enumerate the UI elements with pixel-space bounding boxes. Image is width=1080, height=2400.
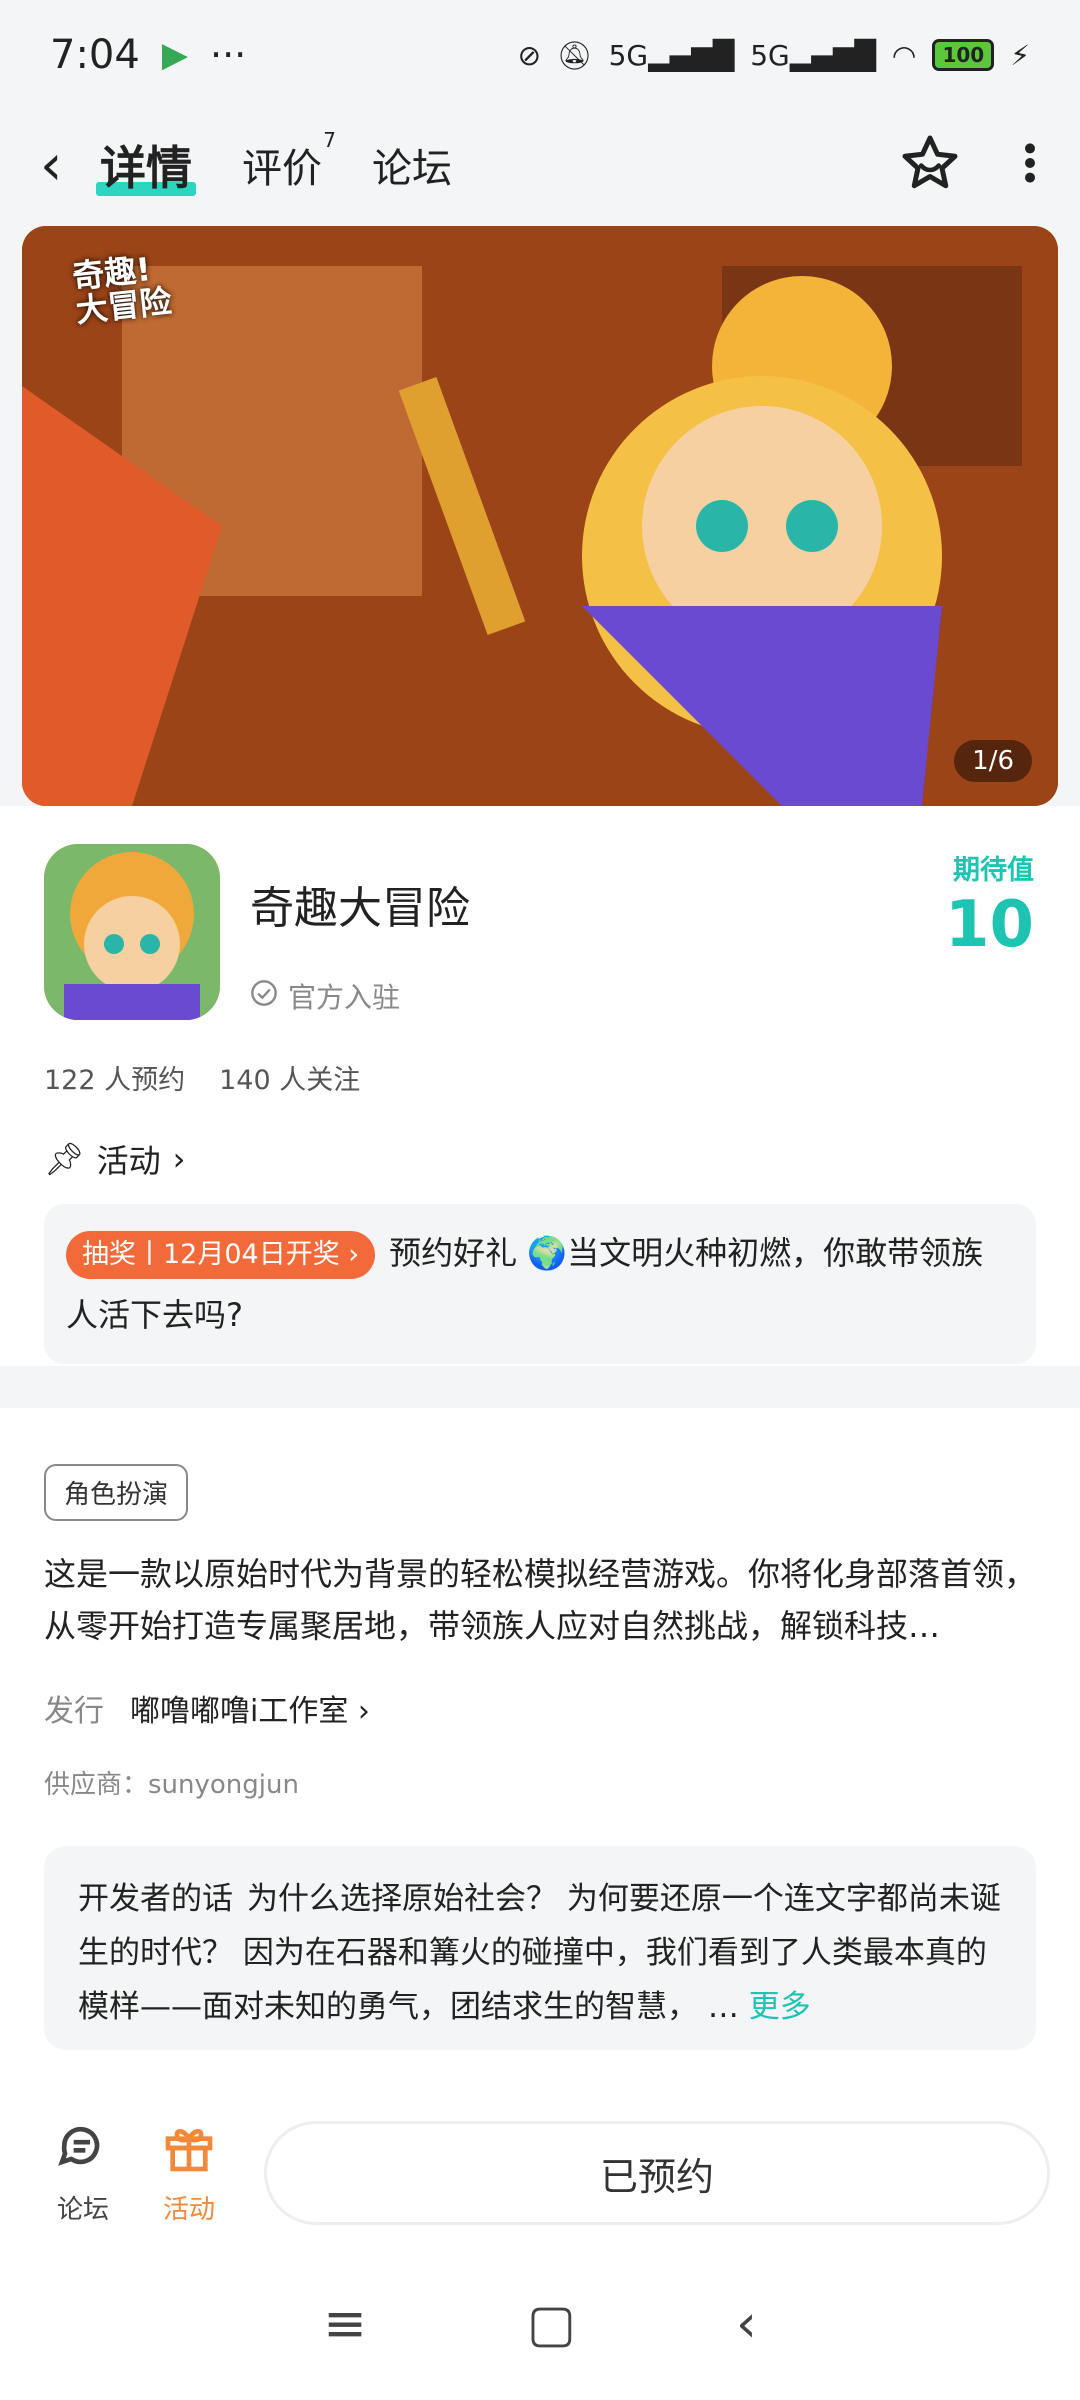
game-description[interactable]: 这是一款以原始时代为背景的轻松模拟经营游戏。你将化身部落首领，从零开始打造专属聚… <box>44 1548 1036 1652</box>
publisher-name: 嘟噜嘟噜i工作室 › <box>130 1694 370 1729</box>
activity-link[interactable]: 📌︎ 活动 › <box>44 1136 185 1182</box>
status-bar: 7:04 ▶ ··· ⊘ 🔕︎ 5G▂▄▆█ 5G▂▄▆█ ◠ 100 ⚡︎ <box>0 0 1080 110</box>
mute-bell-icon: 🔕︎ <box>557 38 593 72</box>
menu-icon[interactable]: ≡ <box>323 2294 367 2354</box>
publisher-row[interactable]: 发行 嘟噜嘟噜i工作室 › <box>44 1686 370 1730</box>
banner-page-counter: 1/6 <box>954 740 1032 782</box>
description-card: 角色扮演 这是一款以原始时代为背景的轻松模拟经营游戏。你将化身部落首领，从零开始… <box>0 1408 1080 2098</box>
play-store-icon: ▶ <box>161 35 188 75</box>
supplier-info: 供应商：sunyongjun <box>44 1770 299 1800</box>
more-link[interactable]: 更多 <box>749 1989 811 2025</box>
check-circle-icon <box>250 979 278 1014</box>
developer-note-title: 开发者的话 <box>78 1881 233 1917</box>
app-info-card: 奇趣大冒险 官方入驻 期待值 10 122 人预约 140 人关注 📌︎ 活动 … <box>0 806 1080 1366</box>
bottom-action-bar: 论坛 活动 已预约 <box>0 2098 1080 2248</box>
reservation-count: 122 人预约 <box>44 1065 186 1096</box>
expect-label: 期待值 <box>953 855 1034 886</box>
activity-label: 活动 <box>162 2195 215 2225</box>
genre-tag[interactable]: 角色扮演 <box>44 1464 189 1521</box>
back-icon[interactable]: ‹ <box>40 133 100 198</box>
tab-details[interactable]: 详情 <box>96 132 196 198</box>
developer-note[interactable]: 开发者的话 为什么选择原始社会？ 为何要还原一个连文字都尚未诞生的时代？ 因为在石… <box>44 1846 1036 2050</box>
gift-icon <box>136 2120 242 2189</box>
activity-button[interactable]: 活动 <box>136 2120 242 2226</box>
charging-icon: ⚡︎ <box>1010 38 1030 72</box>
system-nav-bar: ≡ ▢ ‹ <box>0 2248 1080 2400</box>
tab-forum[interactable]: 论坛 <box>372 136 452 194</box>
more-dots-icon: ··· <box>209 33 247 77</box>
review-count-badge: 7 <box>323 128 336 152</box>
pin-icon: 📌︎ <box>44 1140 85 1178</box>
forum-button[interactable]: 论坛 <box>30 2120 136 2226</box>
signal-5g-icon: 5G▂▄▆█ <box>608 38 735 72</box>
game-banner[interactable]: 奇趣! 大冒险 1/6 <box>22 226 1058 806</box>
publisher-label: 发行 <box>44 1694 104 1729</box>
reserved-button[interactable]: 已预约 <box>264 2121 1050 2225</box>
expect-value: 10 <box>944 888 1034 962</box>
top-nav: ‹ 详情 评价 7 论坛 <box>0 110 1080 220</box>
stats-row: 122 人预约 140 人关注 <box>44 1058 360 1097</box>
chevron-right-icon: › <box>172 1140 186 1178</box>
follower-count: 140 人关注 <box>219 1065 361 1096</box>
game-logo: 奇趣! 大冒险 <box>70 250 174 330</box>
banner-artwork <box>22 226 1058 806</box>
lottery-tag[interactable]: 抽奖丨12月04日开奖 › <box>66 1231 376 1279</box>
forum-label: 论坛 <box>56 2195 109 2225</box>
wifi-icon: ◠ <box>891 38 917 72</box>
back-nav-icon[interactable]: ‹ <box>736 2294 757 2354</box>
home-icon[interactable]: ▢ <box>527 2294 576 2354</box>
app-name: 奇趣大冒险 <box>250 883 470 934</box>
app-icon <box>44 844 220 1020</box>
chat-bubble-icon <box>30 2120 136 2189</box>
tab-reviews[interactable]: 评价 7 <box>242 128 336 194</box>
section-divider <box>0 1396 1080 1408</box>
battery-icon: 100 <box>932 39 995 71</box>
activity-heading: 活动 <box>96 1142 161 1180</box>
activity-card[interactable]: 抽奖丨12月04日开奖 › 预约好礼 🌍当文明火种初燃，你敢带领族人活下去吗? <box>44 1204 1036 1364</box>
link-icon: ⊘ <box>517 38 542 72</box>
favorite-star-icon[interactable] <box>900 133 960 197</box>
expect-score: 期待值 10 <box>945 848 1034 957</box>
status-time: 7:04 <box>50 32 140 78</box>
official-badge: 官方入驻 <box>250 976 400 1016</box>
more-menu-icon[interactable] <box>1020 138 1040 192</box>
signal-5g-icon: 5G▂▄▆█ <box>750 38 876 72</box>
